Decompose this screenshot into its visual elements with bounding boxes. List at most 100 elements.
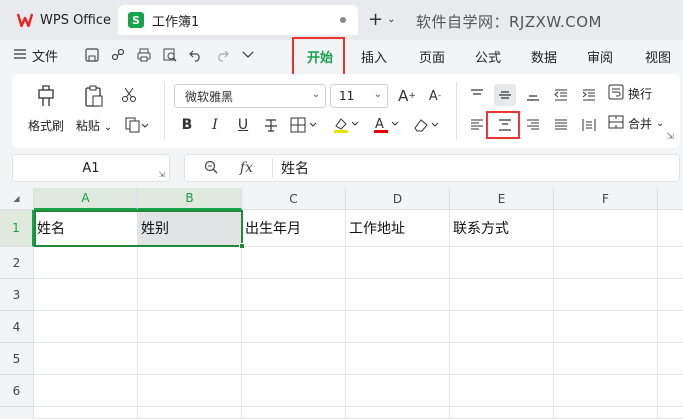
- cell-c1[interactable]: 出生年月: [242, 210, 346, 247]
- print-preview-icon[interactable]: [162, 46, 178, 64]
- cell-a2[interactable]: [34, 247, 138, 279]
- cell-g6[interactable]: [658, 375, 683, 407]
- font-color-icon[interactable]: A: [370, 114, 404, 136]
- cell-e3[interactable]: [450, 279, 554, 311]
- cell-f3[interactable]: [554, 279, 658, 311]
- cell-g4[interactable]: [658, 311, 683, 343]
- cell-f2[interactable]: [554, 247, 658, 279]
- italic-icon[interactable]: I: [204, 114, 226, 136]
- column-header-a[interactable]: A: [34, 188, 138, 210]
- tab-insert[interactable]: 插入: [344, 40, 404, 72]
- cell-c3[interactable]: [242, 279, 346, 311]
- column-header-d[interactable]: D: [346, 188, 450, 210]
- cell-b2[interactable]: [138, 247, 242, 279]
- row-header-5[interactable]: 5: [0, 343, 34, 375]
- tab-review[interactable]: 审阅: [572, 40, 628, 72]
- cell-c6[interactable]: [242, 375, 346, 407]
- row-header-4[interactable]: 4: [0, 311, 34, 343]
- distributed-icon[interactable]: [578, 114, 600, 136]
- cell-e5[interactable]: [450, 343, 554, 375]
- strikethrough-icon[interactable]: [260, 114, 282, 136]
- function-icon[interactable]: fx: [240, 160, 253, 176]
- align-left-icon[interactable]: [466, 114, 488, 136]
- cell-f1[interactable]: [554, 210, 658, 247]
- copy-icon[interactable]: [122, 114, 152, 136]
- cell-d2[interactable]: [346, 247, 450, 279]
- fill-color-icon[interactable]: [330, 114, 364, 136]
- increase-indent-icon[interactable]: [578, 84, 600, 106]
- new-tab-button[interactable]: + ⌄: [368, 9, 395, 30]
- cell-c5[interactable]: [242, 343, 346, 375]
- cell-f7[interactable]: [554, 407, 658, 419]
- print-icon[interactable]: [136, 46, 152, 64]
- cell-a7[interactable]: [34, 407, 138, 419]
- cell-g2[interactable]: [658, 247, 683, 279]
- zoom-search-icon[interactable]: [204, 160, 218, 177]
- decrease-font-icon[interactable]: A-: [424, 85, 446, 107]
- wps-office-tab[interactable]: WPS Office: [8, 6, 112, 34]
- bold-icon[interactable]: B: [176, 114, 198, 136]
- cell-c4[interactable]: [242, 311, 346, 343]
- row-header-1[interactable]: 1: [0, 210, 34, 247]
- file-menu[interactable]: 文件: [14, 46, 58, 65]
- more-chevron-icon[interactable]: [240, 46, 256, 64]
- row-header-2[interactable]: 2: [0, 247, 34, 279]
- cell-a1[interactable]: 姓名: [34, 210, 138, 247]
- merge-button[interactable]: 合并 ⌄: [608, 114, 664, 133]
- cut-icon[interactable]: [118, 84, 140, 106]
- align-bottom-icon[interactable]: [522, 84, 544, 106]
- tab-page[interactable]: 页面: [404, 40, 460, 72]
- cell-g1[interactable]: [658, 210, 683, 247]
- align-right-icon[interactable]: [522, 114, 544, 136]
- cell-e4[interactable]: [450, 311, 554, 343]
- cell-b1[interactable]: 姓别: [138, 210, 242, 247]
- cell-d1[interactable]: 工作地址: [346, 210, 450, 247]
- row-header-6[interactable]: 6: [0, 375, 34, 407]
- wrap-text-button[interactable]: 换行: [608, 84, 652, 103]
- paste-button[interactable]: 粘贴 ⌄: [74, 84, 114, 134]
- cell-f4[interactable]: [554, 311, 658, 343]
- align-top-icon[interactable]: [466, 84, 488, 106]
- cell-g3[interactable]: [658, 279, 683, 311]
- justify-icon[interactable]: [550, 114, 572, 136]
- cell-f5[interactable]: [554, 343, 658, 375]
- font-size-select[interactable]: 11 ⌄: [330, 84, 388, 108]
- column-header-e[interactable]: E: [450, 188, 554, 210]
- align-center-icon[interactable]: [494, 114, 516, 136]
- cell-c2[interactable]: [242, 247, 346, 279]
- cell-b5[interactable]: [138, 343, 242, 375]
- format-painter-button[interactable]: 格式刷: [26, 84, 66, 134]
- column-header-f[interactable]: F: [554, 188, 658, 210]
- redo-icon[interactable]: [214, 46, 230, 64]
- tab-home[interactable]: 开始: [296, 40, 344, 72]
- borders-icon[interactable]: [288, 114, 322, 136]
- ribbon-expand-icon[interactable]: ⇲: [666, 132, 674, 142]
- cell-b4[interactable]: [138, 311, 242, 343]
- cell-a4[interactable]: [34, 311, 138, 343]
- name-box[interactable]: A1 ⇲: [12, 154, 170, 182]
- underline-icon[interactable]: U: [232, 114, 254, 136]
- column-header-b[interactable]: B: [138, 188, 242, 210]
- cell-d4[interactable]: [346, 311, 450, 343]
- font-name-select[interactable]: 微软雅黑 ⌄: [174, 84, 326, 108]
- increase-font-icon[interactable]: A +: [396, 85, 418, 107]
- tab-formula[interactable]: 公式: [460, 40, 516, 72]
- tab-data[interactable]: 数据: [516, 40, 572, 72]
- cell-d6[interactable]: [346, 375, 450, 407]
- decrease-indent-icon[interactable]: [550, 84, 572, 106]
- select-all-corner[interactable]: ◢: [0, 188, 34, 210]
- cell-d7[interactable]: [346, 407, 450, 419]
- column-header-c[interactable]: C: [242, 188, 346, 210]
- cell-e2[interactable]: [450, 247, 554, 279]
- cell-b3[interactable]: [138, 279, 242, 311]
- undo-icon[interactable]: [188, 46, 204, 64]
- tab-view[interactable]: 视图: [628, 40, 683, 72]
- cell-d3[interactable]: [346, 279, 450, 311]
- cell-a5[interactable]: [34, 343, 138, 375]
- cell-a6[interactable]: [34, 375, 138, 407]
- cell-a3[interactable]: [34, 279, 138, 311]
- cell-c7[interactable]: [242, 407, 346, 419]
- save-icon[interactable]: [84, 46, 100, 64]
- cell-e6[interactable]: [450, 375, 554, 407]
- cell-e7[interactable]: [450, 407, 554, 419]
